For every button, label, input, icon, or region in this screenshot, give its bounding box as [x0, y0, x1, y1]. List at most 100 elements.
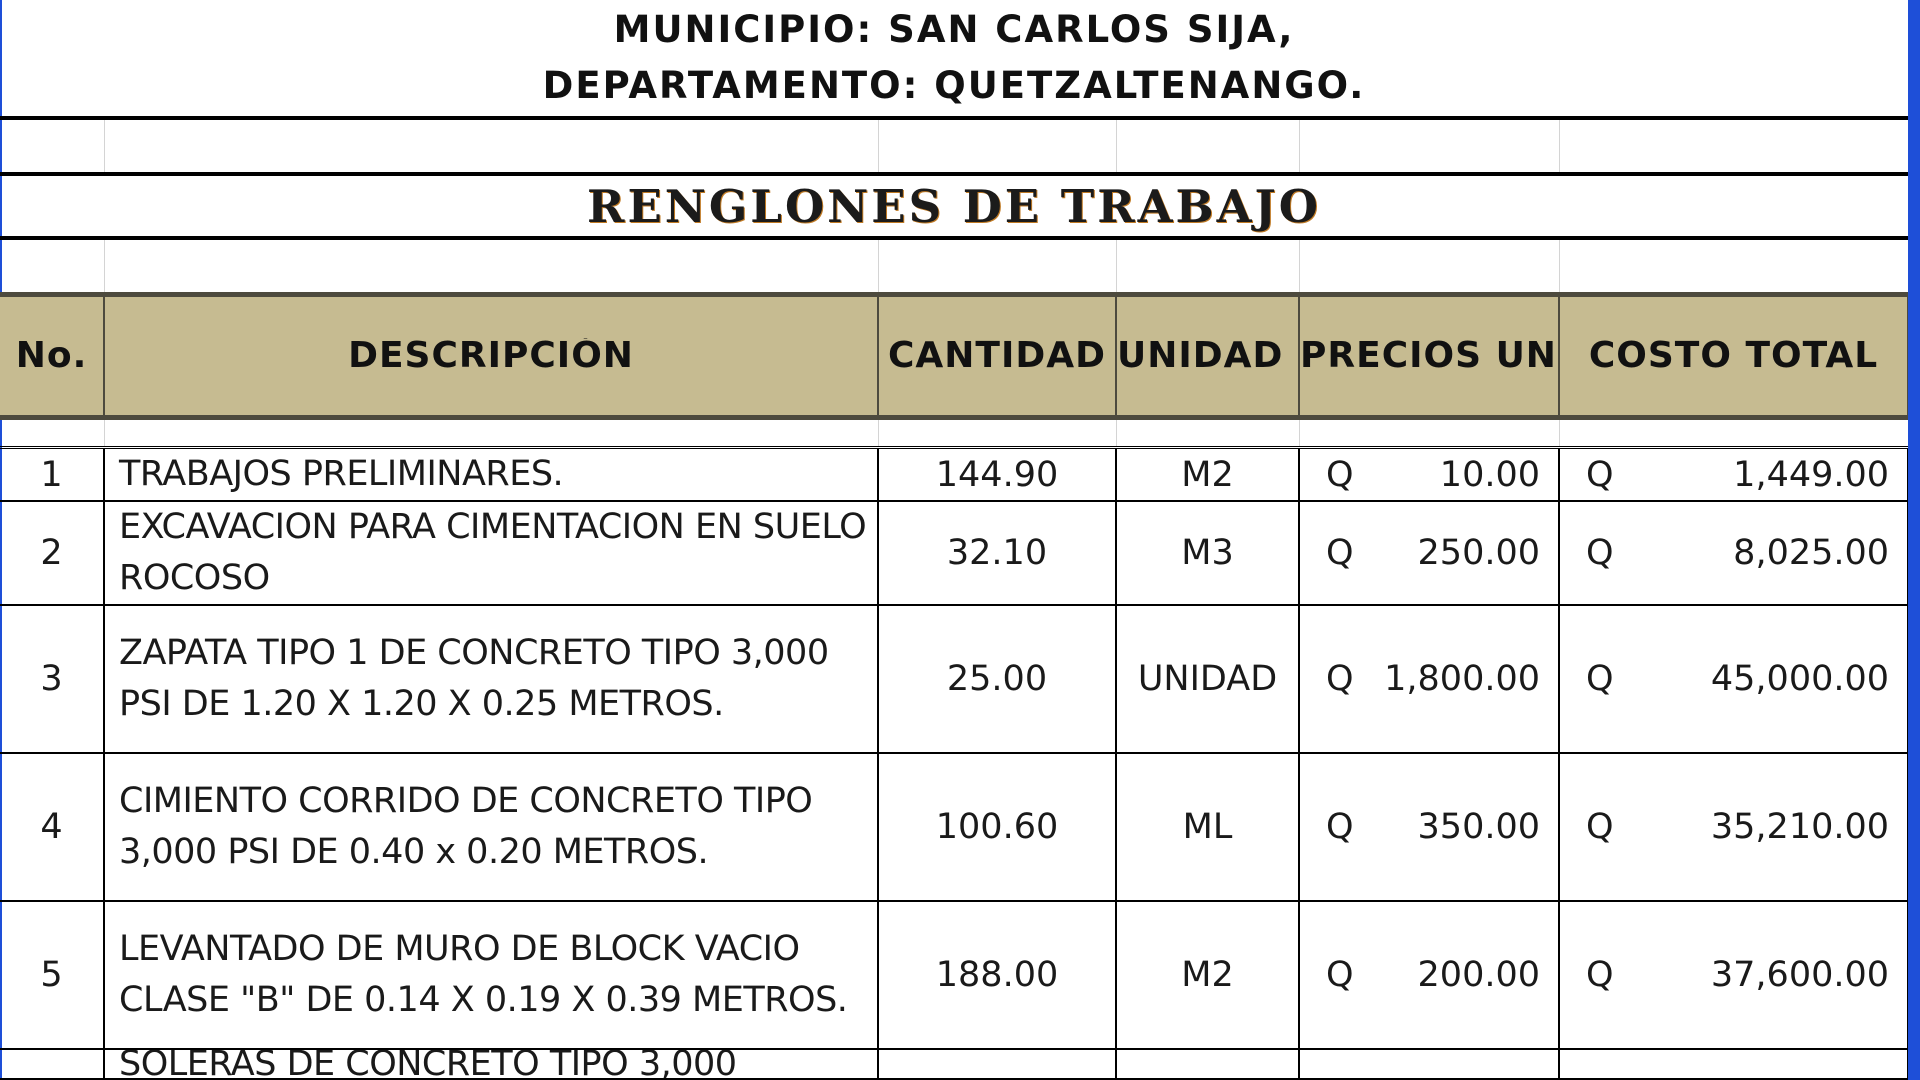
cell-cantidad[interactable]: 188.00	[878, 901, 1117, 1050]
departamento-text: DEPARTAMENTO: QUETZALTENANGO.	[542, 64, 1366, 107]
cell[interactable]	[1116, 118, 1300, 174]
precio-value: 350.00	[1417, 807, 1540, 847]
cell-descripcion[interactable]: ZAPATA TIPO 1 DE CONCRETO TIPO 3,000 PSI…	[104, 605, 879, 754]
cell-unidad[interactable]: M2	[1116, 447, 1300, 502]
cell-descripcion[interactable]: EXCAVACION PARA CIMENTACION EN SUELO ROC…	[104, 501, 879, 606]
header-descripcion-label: DESCRIPCIÓN	[348, 338, 634, 374]
spreadsheet: MUNICIPIO: SAN CARLOS SIJA, DEPARTAMENTO…	[0, 0, 1920, 1080]
cell-total[interactable]: Q 8,025.00	[1559, 501, 1910, 606]
header-unidad[interactable]: UNIDAD DE MEDIDA	[1116, 292, 1300, 420]
cell[interactable]	[104, 417, 879, 449]
cell-cantidad[interactable]: 144.90	[878, 447, 1117, 502]
cell[interactable]	[1299, 417, 1560, 449]
currency-symbol: Q	[1586, 955, 1614, 995]
currency-symbol: Q	[1586, 807, 1614, 847]
right-border	[1908, 0, 1920, 1080]
currency-symbol: Q	[1326, 807, 1354, 847]
municipio-header[interactable]: MUNICIPIO: SAN CARLOS SIJA, DEPARTAMENTO…	[0, 0, 1909, 120]
cell-total[interactable]: Q 35,210.00	[1559, 753, 1910, 902]
header-descripcion[interactable]: DESCRIPCIÓN	[104, 292, 879, 420]
cell[interactable]	[1116, 238, 1300, 295]
cell-cantidad[interactable]: 100.60	[878, 753, 1117, 902]
cell-no[interactable]: 4	[0, 753, 105, 902]
cell-unidad[interactable]	[1116, 1049, 1300, 1080]
cell-precio[interactable]: Q 10.00	[1299, 447, 1560, 502]
cell-no[interactable]: 3	[0, 605, 105, 754]
table-row: 4 CIMIENTO CORRIDO DE CONCRETO TIPO 3,00…	[0, 753, 1910, 902]
spacer-row	[0, 417, 1909, 449]
currency-symbol: Q	[1586, 659, 1614, 699]
currency-symbol: Q	[1326, 955, 1354, 995]
cell[interactable]	[0, 238, 105, 295]
total-value: 37,600.00	[1710, 955, 1890, 995]
precio-value: 10.00	[1439, 454, 1540, 495]
total-value: 35,210.00	[1710, 807, 1890, 847]
cell[interactable]	[0, 118, 105, 174]
municipio-text: MUNICIPIO: SAN CARLOS SIJA,	[613, 8, 1295, 51]
cell-descripcion[interactable]: TRABAJOS PRELIMINARES.	[104, 447, 879, 502]
precio-value: 200.00	[1417, 955, 1540, 995]
cell-no[interactable]: 5	[0, 901, 105, 1050]
header-precios-label: PRECIOS UNITARIOS	[1300, 338, 1557, 374]
header-no[interactable]: No.	[0, 292, 105, 420]
header-precios[interactable]: PRECIOS UNITARIOS	[1299, 292, 1560, 420]
cell-precio[interactable]: Q 200.00	[1299, 901, 1560, 1050]
cell-precio[interactable]: Q 250.00	[1299, 501, 1560, 606]
cell[interactable]	[1116, 417, 1300, 449]
header-cantidad[interactable]: CANTIDAD	[878, 292, 1117, 420]
table-row: SOLERAS DE CONCRETO TIPO 3,000	[0, 1049, 1910, 1080]
precio-value: 250.00	[1417, 533, 1540, 573]
cell-no[interactable]: 1	[0, 447, 105, 502]
cell-precio[interactable]: Q 350.00	[1299, 753, 1560, 902]
total-value: 1,449.00	[1733, 454, 1890, 495]
cell-total[interactable]: Q 45,000.00	[1559, 605, 1910, 754]
precio-value: 1,800.00	[1384, 659, 1540, 699]
cell-total[interactable]: Q 37,600.00	[1559, 901, 1910, 1050]
table-row: 2 EXCAVACION PARA CIMENTACION EN SUELO R…	[0, 501, 1910, 606]
cell[interactable]	[1559, 118, 1909, 174]
cell[interactable]	[0, 417, 105, 449]
currency-symbol: Q	[1586, 533, 1614, 573]
cell[interactable]	[1299, 118, 1560, 174]
municipio-row: MUNICIPIO: SAN CARLOS SIJA, DEPARTAMENTO…	[0, 0, 1909, 120]
cell-cantidad[interactable]: 25.00	[878, 605, 1117, 754]
table-row: 3 ZAPATA TIPO 1 DE CONCRETO TIPO 3,000 P…	[0, 605, 1910, 754]
total-value: 45,000.00	[1710, 659, 1890, 699]
cell-descripcion[interactable]: LEVANTADO DE MURO DE BLOCK VACIO CLASE "…	[104, 901, 879, 1050]
title-row: RENGLONES DE TRABAJO	[0, 172, 1909, 240]
cell-descripcion[interactable]: SOLERAS DE CONCRETO TIPO 3,000	[104, 1049, 879, 1080]
cell-unidad[interactable]: ML	[1116, 753, 1300, 902]
cell-no[interactable]: 2	[0, 501, 105, 606]
column-header-row: No. DESCRIPCIÓN CANTIDAD UNIDAD DE MEDID…	[0, 292, 1910, 420]
cell[interactable]	[878, 417, 1117, 449]
cell-descripcion[interactable]: CIMIENTO CORRIDO DE CONCRETO TIPO 3,000 …	[104, 753, 879, 902]
cell[interactable]	[104, 118, 879, 174]
currency-symbol: Q	[1326, 659, 1354, 699]
cell-unidad[interactable]: M2	[1116, 901, 1300, 1050]
cell-cantidad[interactable]: 32.10	[878, 501, 1117, 606]
cell[interactable]	[104, 238, 879, 295]
header-no-label: No.	[15, 338, 88, 374]
cell[interactable]	[1299, 238, 1560, 295]
currency-symbol: Q	[1326, 533, 1354, 573]
cell[interactable]	[878, 118, 1117, 174]
cell-unidad[interactable]: UNIDAD	[1116, 605, 1300, 754]
header-costo-total-label: COSTO TOTAL	[1588, 338, 1879, 374]
cell-no[interactable]	[0, 1049, 105, 1080]
cell-cantidad[interactable]	[878, 1049, 1117, 1080]
cell-total[interactable]: Q 1,449.00	[1559, 447, 1910, 502]
table-row: 5 LEVANTADO DE MURO DE BLOCK VACIO CLASE…	[0, 901, 1910, 1050]
cell[interactable]	[1559, 417, 1909, 449]
cell-precio[interactable]	[1299, 1049, 1560, 1080]
cell-total[interactable]	[1559, 1049, 1910, 1080]
currency-symbol: Q	[1326, 454, 1354, 495]
sheet-title[interactable]: RENGLONES DE TRABAJO	[0, 172, 1909, 240]
header-cantidad-label: CANTIDAD	[888, 338, 1106, 374]
cell[interactable]	[1559, 238, 1909, 295]
table-row: 1 TRABAJOS PRELIMINARES. 144.90 M2 Q 10.0…	[0, 447, 1910, 502]
cell-unidad[interactable]: M3	[1116, 501, 1300, 606]
cell[interactable]	[878, 238, 1117, 295]
empty-row	[0, 118, 1909, 174]
header-costo-total[interactable]: COSTO TOTAL	[1559, 292, 1910, 420]
cell-precio[interactable]: Q 1,800.00	[1299, 605, 1560, 754]
